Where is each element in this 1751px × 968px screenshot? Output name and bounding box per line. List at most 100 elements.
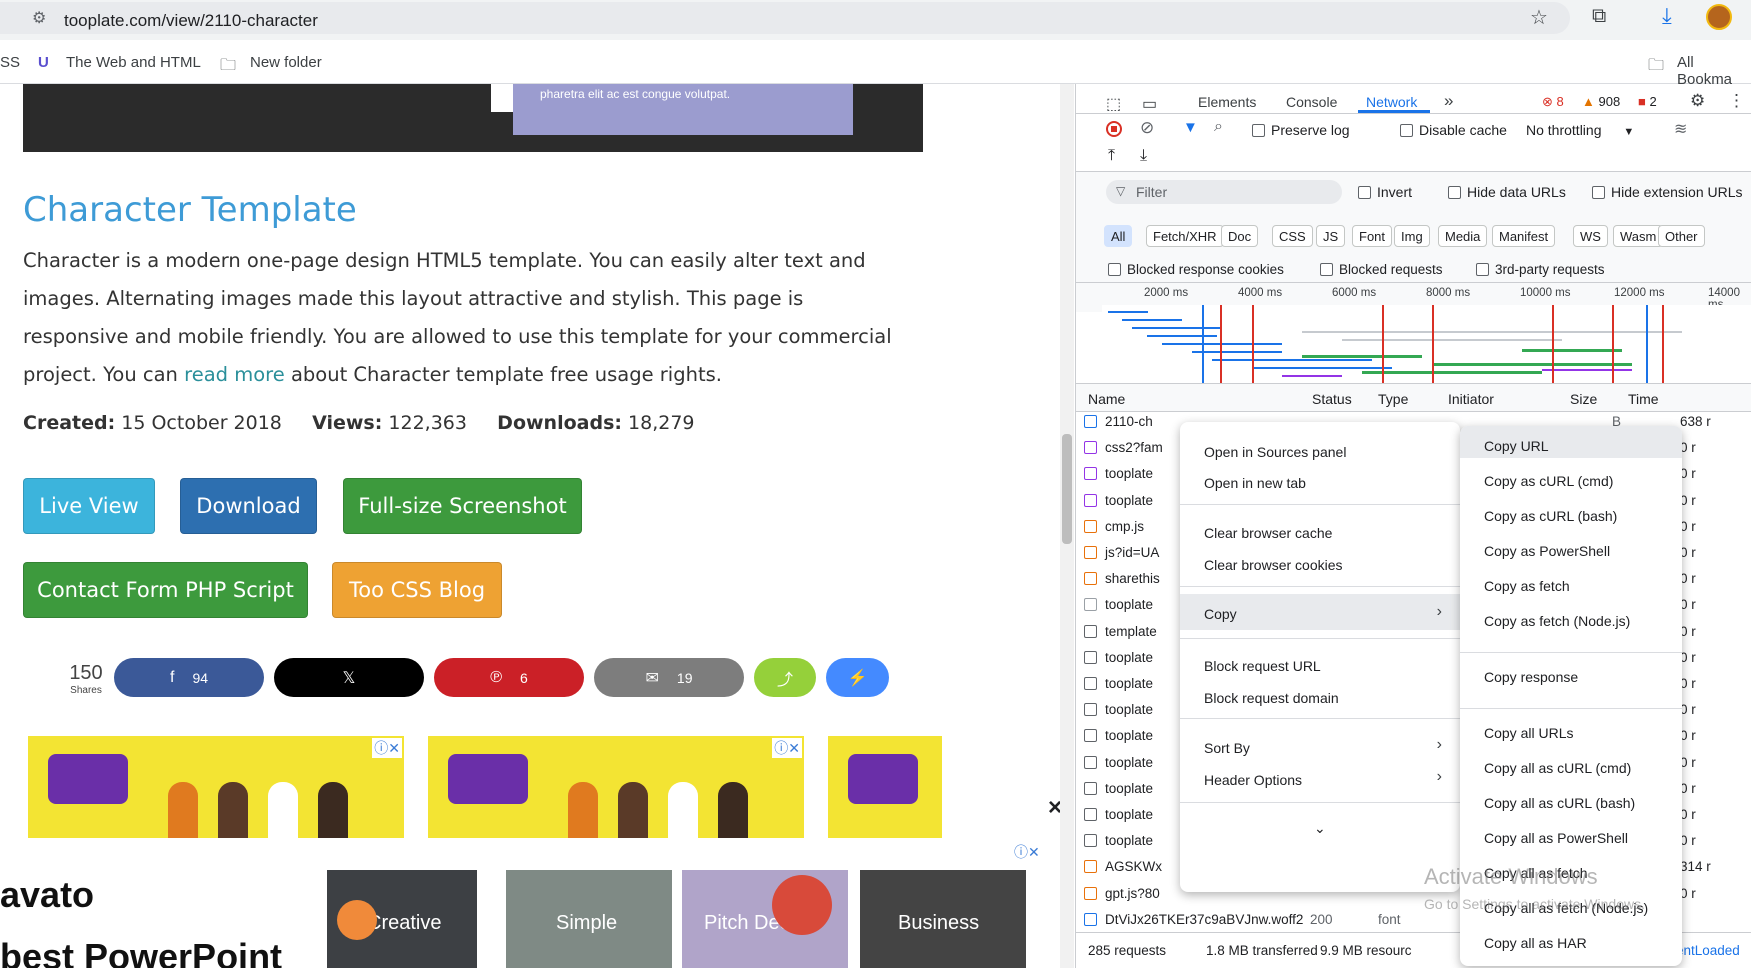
- tab-network[interactable]: Network: [1366, 94, 1417, 110]
- more-options-icon[interactable]: ⋮: [1728, 91, 1745, 111]
- clear-icon[interactable]: ⊘: [1140, 118, 1154, 138]
- contact-form-button[interactable]: Contact Form PHP Script: [23, 562, 308, 618]
- hide-extension-urls-checkbox[interactable]: Hide extension URLs: [1592, 184, 1743, 200]
- errors-badge[interactable]: ⊗ 8: [1542, 94, 1564, 110]
- bookmark-fragment[interactable]: SS: [0, 54, 20, 71]
- scrollbar-thumb[interactable]: [1062, 434, 1072, 544]
- menu-open-new-tab[interactable]: Open in new tab: [1204, 475, 1306, 491]
- submenu-item-copy-url[interactable]: Copy URL: [1484, 438, 1549, 454]
- menu-copy-highlight[interactable]: Copy ›: [1180, 594, 1460, 630]
- submenu-item-copy-as-curl-bash[interactable]: Copy as cURL (bash): [1484, 508, 1617, 524]
- ad-banner[interactable]: ⓘ✕: [28, 736, 404, 838]
- submenu-item-copy-as-fetch[interactable]: Copy as fetch: [1484, 578, 1570, 594]
- stop-recording-icon[interactable]: [1106, 121, 1122, 137]
- submenu-item-copy-as-powershell[interactable]: Copy as PowerShell: [1484, 543, 1610, 559]
- col-status[interactable]: Status: [1312, 391, 1352, 407]
- facebook-share-button[interactable]: f 94: [114, 658, 264, 697]
- download-button[interactable]: Download: [180, 478, 317, 534]
- all-bookmarks[interactable]: All Bookma: [1677, 54, 1751, 88]
- read-more-link[interactable]: read more: [184, 363, 285, 386]
- warnings-badge[interactable]: ▲ 908: [1582, 94, 1620, 109]
- site-info-icon[interactable]: ⚙: [32, 8, 46, 28]
- third-party-checkbox[interactable]: 3rd-party requests: [1476, 262, 1605, 277]
- invert-checkbox[interactable]: Invert: [1358, 184, 1412, 200]
- blocked-requests-checkbox[interactable]: Blocked requests: [1320, 262, 1443, 277]
- import-har-icon[interactable]: ⤒: [1108, 147, 1115, 165]
- ad-banner[interactable]: ⓘ✕: [428, 736, 804, 838]
- type-chip-font[interactable]: Font: [1352, 225, 1393, 247]
- full-screenshot-button[interactable]: Full-size Screenshot: [343, 478, 582, 534]
- type-chip-img[interactable]: Img: [1394, 225, 1430, 247]
- avatar[interactable]: [1706, 4, 1732, 30]
- submenu-item-copy-response[interactable]: Copy response: [1484, 669, 1578, 685]
- menu-header-options[interactable]: Header Options: [1204, 772, 1302, 788]
- downloads-icon[interactable]: ⤓: [1662, 3, 1672, 29]
- live-view-button[interactable]: Live View: [23, 478, 155, 534]
- menu-block-url[interactable]: Block request URL: [1204, 658, 1321, 674]
- sharethis-button[interactable]: ⤴: [754, 658, 816, 697]
- device-toolbar-icon[interactable]: ▭: [1142, 94, 1157, 114]
- page-scrollbar[interactable]: [1060, 84, 1074, 968]
- tab-console[interactable]: Console: [1286, 94, 1337, 110]
- more-tabs-icon[interactable]: »: [1444, 91, 1453, 111]
- col-size[interactable]: Size: [1570, 391, 1597, 407]
- type-chip-media[interactable]: Media: [1438, 225, 1488, 247]
- menu-open-in-sources[interactable]: Open in Sources panel: [1204, 444, 1346, 460]
- type-chip-css[interactable]: CSS: [1272, 225, 1313, 247]
- col-type[interactable]: Type: [1378, 391, 1408, 407]
- network-conditions-icon[interactable]: ≋: [1674, 119, 1687, 139]
- ad-choices-icon[interactable]: ⓘ✕: [372, 738, 402, 758]
- submenu-item-copy-as-curl-cmd[interactable]: Copy as cURL (cmd): [1484, 473, 1613, 489]
- export-har-icon[interactable]: ⤓: [1140, 147, 1147, 165]
- preserve-log-checkbox[interactable]: Preserve log: [1252, 122, 1350, 138]
- type-chip-doc[interactable]: Doc: [1221, 225, 1259, 247]
- extensions-icon[interactable]: ⧉: [1592, 5, 1606, 28]
- url-text[interactable]: tooplate.com/view/2110-character: [64, 11, 318, 31]
- menu-copy[interactable]: Copy: [1204, 606, 1237, 622]
- address-bar[interactable]: ⚙ tooplate.com/view/2110-character ☆: [0, 2, 1570, 34]
- x-share-button[interactable]: 𝕏: [274, 658, 424, 697]
- filter-input[interactable]: ▽ Filter: [1106, 180, 1342, 204]
- submenu-item-copy-all-urls[interactable]: Copy all URLs: [1484, 725, 1573, 741]
- ad-tile-creative[interactable]: Creative: [327, 870, 477, 968]
- type-chip-ws[interactable]: WS: [1573, 225, 1608, 247]
- menu-sort-by[interactable]: Sort By: [1204, 740, 1250, 756]
- ad-choices-icon[interactable]: ⓘ✕: [1014, 842, 1040, 862]
- submenu-item-copy-as-fetch-node-js[interactable]: Copy as fetch (Node.js): [1484, 613, 1630, 629]
- type-chip-other[interactable]: Other: [1658, 225, 1705, 247]
- settings-gear-icon[interactable]: ⚙: [1690, 91, 1705, 111]
- ad-choices-icon[interactable]: ⓘ✕: [772, 738, 802, 758]
- blocked-response-cookies-checkbox[interactable]: Blocked response cookies: [1108, 262, 1284, 277]
- col-name[interactable]: Name: [1088, 391, 1125, 407]
- bookmark-new-folder[interactable]: New folder: [250, 54, 322, 71]
- submenu-item-copy-all-as-curl-bash[interactable]: Copy all as cURL (bash): [1484, 795, 1635, 811]
- ad-tile-business[interactable]: Business: [860, 870, 1026, 968]
- menu-clear-cookies[interactable]: Clear browser cookies: [1204, 557, 1343, 573]
- disable-cache-checkbox[interactable]: Disable cache: [1400, 122, 1507, 138]
- type-chip-wasm[interactable]: Wasm: [1613, 225, 1664, 247]
- type-chip-all[interactable]: All: [1104, 225, 1133, 247]
- type-chip-manifest[interactable]: Manifest: [1492, 225, 1556, 247]
- menu-clear-cache[interactable]: Clear browser cache: [1204, 525, 1332, 541]
- submenu-item-copy-all-as-powershell[interactable]: Copy all as PowerShell: [1484, 830, 1628, 846]
- star-icon[interactable]: ☆: [1530, 5, 1548, 30]
- email-share-button[interactable]: ✉ 19: [594, 658, 744, 697]
- search-icon[interactable]: ⌕: [1214, 118, 1223, 136]
- menu-block-domain[interactable]: Block request domain: [1204, 690, 1339, 706]
- pinterest-share-button[interactable]: ℗ 6: [434, 658, 584, 697]
- col-initiator[interactable]: Initiator: [1448, 391, 1494, 407]
- ad-tile-pitch-decks[interactable]: Pitch Decks: [682, 870, 848, 968]
- network-overview-timeline[interactable]: 2000 ms 4000 ms 6000 ms 8000 ms 10000 ms 1200…: [1076, 282, 1751, 384]
- tab-elements[interactable]: Elements: [1198, 94, 1256, 110]
- type-chip-fetchxhr[interactable]: Fetch/XHR: [1146, 225, 1224, 247]
- menu-more-arrow-icon[interactable]: ⌄: [1314, 820, 1326, 837]
- type-chip-js[interactable]: JS: [1316, 225, 1346, 247]
- submenu-item-copy-all-as-har[interactable]: Copy all as HAR: [1484, 935, 1587, 951]
- filter-icon[interactable]: ▼: [1183, 119, 1198, 136]
- throttling-select[interactable]: No throttling ▼: [1526, 122, 1634, 138]
- css-blog-button[interactable]: Too CSS Blog: [332, 562, 502, 618]
- ad-tile-simple[interactable]: Simple: [506, 870, 672, 968]
- hide-data-urls-checkbox[interactable]: Hide data URLs: [1448, 184, 1566, 200]
- issues-badge[interactable]: ■ 2: [1638, 94, 1657, 109]
- messenger-share-button[interactable]: ⚡: [826, 658, 889, 697]
